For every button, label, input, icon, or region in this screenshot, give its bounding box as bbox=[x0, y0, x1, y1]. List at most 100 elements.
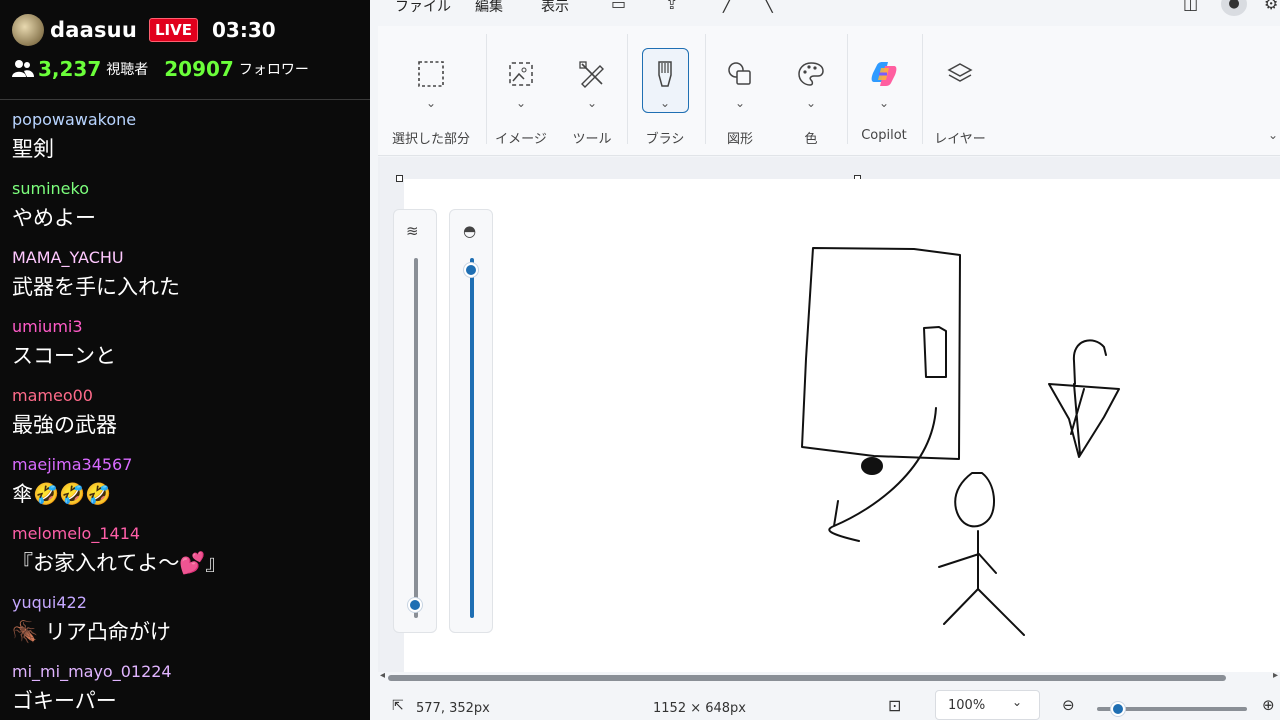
zoom-slider-thumb[interactable] bbox=[1111, 702, 1125, 716]
resize-handle[interactable] bbox=[396, 175, 403, 182]
zoom-select[interactable]: 100% ⌄ bbox=[935, 690, 1040, 720]
undo-icon[interactable]: ╱ bbox=[723, 0, 733, 13]
chat-text: 聖剣 bbox=[12, 137, 54, 161]
brush-sliders: ≋ ◓ bbox=[393, 209, 497, 635]
canvas-size: 1152 × 648px bbox=[653, 701, 746, 716]
ribbon: ⌄ 選択した部分 ⌄ イメージ ⌄ ツール ⌄ ブラシ ⌄ 図形 ⌄ 色 ⌄ C… bbox=[378, 26, 1280, 156]
stick-figure-body bbox=[938, 530, 1025, 636]
chat-text: 『お家入れてよ〜💕』 bbox=[12, 551, 227, 575]
status-bar: ⇱ 577, 352px 1152 × 648px ⊡ 100% ⌄ ⊖ ⊕ bbox=[378, 684, 1280, 720]
chat-username: melomelo_1414 bbox=[12, 524, 141, 543]
chat-text: 武器を手に入れた bbox=[12, 275, 180, 299]
chat-username: umiumi3 bbox=[12, 317, 83, 336]
settings-icon[interactable]: ⚙ bbox=[1264, 0, 1278, 13]
blot bbox=[861, 457, 883, 475]
avatar bbox=[12, 14, 44, 46]
chevron-down-icon: ⌄ bbox=[425, 96, 437, 110]
image-icon bbox=[509, 62, 533, 86]
chat-text: ゴキーパー bbox=[12, 689, 117, 713]
chat-text: 最強の武器 bbox=[12, 413, 117, 437]
chat-message: mameo00 最強の武器 bbox=[12, 384, 370, 453]
opacity-slider-track[interactable] bbox=[470, 258, 474, 618]
selection-group[interactable]: ⌄ 選択した部分 bbox=[386, 46, 476, 147]
chat-message: sumineko やめよー bbox=[12, 177, 370, 246]
chat-list: popowawakone 聖剣 sumineko やめよー MAMA_YACHU… bbox=[0, 100, 370, 720]
chat-username: maejima34567 bbox=[12, 455, 133, 474]
opacity-slider-thumb[interactable] bbox=[464, 263, 478, 278]
scroll-left-icon[interactable]: ◂ bbox=[380, 670, 385, 681]
stick-figure-head bbox=[954, 472, 995, 528]
chat-username: sumineko bbox=[12, 179, 89, 198]
paint-window: ファイル 編集 表示 ▭ ⇪ ╱ ╲ ◫ ● ⚙ ⌄ 選択した部分 ⌄ イメージ… bbox=[370, 0, 1280, 720]
scroll-right-icon[interactable]: ▸ bbox=[1273, 670, 1278, 681]
menu-file[interactable]: ファイル bbox=[395, 0, 451, 16]
opacity-slider-panel: ◓ bbox=[449, 209, 493, 633]
stream-header: daasuu LIVE 03:30 3,237 視聴者 20907 フォロワー bbox=[0, 0, 370, 100]
size-slider-panel: ≋ bbox=[393, 209, 437, 633]
zoom-value: 100% bbox=[948, 698, 986, 713]
size-slider-thumb[interactable] bbox=[408, 598, 422, 613]
copilot-icon bbox=[871, 62, 897, 86]
zoom-in-icon[interactable]: ⊕ bbox=[1262, 696, 1275, 714]
followers-count: 20907 bbox=[164, 57, 234, 81]
viewers-count: 3,237 bbox=[38, 57, 102, 81]
chat-text: 🪳 リア凸命がけ bbox=[12, 620, 171, 644]
chat-message: mi_mi_mayo_01224 ゴキーパー bbox=[12, 660, 370, 720]
chat-message: MAMA_YACHU 武器を手に入れた bbox=[12, 246, 370, 315]
followers-label: フォロワー bbox=[238, 62, 309, 78]
brush-icon bbox=[658, 61, 672, 87]
chat-message: yuqui422 🪳 リア凸命がけ bbox=[12, 591, 370, 660]
cursor-icon: ⇱ bbox=[392, 698, 404, 714]
chat-username: mameo00 bbox=[12, 386, 93, 405]
account-icon[interactable]: ● bbox=[1221, 0, 1247, 16]
chat-message: popowawakone 聖剣 bbox=[12, 108, 370, 177]
canvas-workspace: ≋ ◓ bbox=[378, 157, 1280, 672]
umbrella bbox=[1048, 339, 1120, 458]
chat-text: スコーンと bbox=[12, 344, 116, 368]
chat-username: popowawakone bbox=[12, 110, 137, 129]
save-icon[interactable]: ▭ bbox=[611, 0, 626, 13]
horizontal-scrollbar[interactable]: ◂ ▸ bbox=[378, 670, 1280, 684]
chat-username: MAMA_YACHU bbox=[12, 248, 124, 267]
selection-icon bbox=[418, 61, 444, 87]
chat-message: maejima34567 傘🤣🤣🤣 bbox=[12, 453, 370, 522]
chat-username: mi_mi_mayo_01224 bbox=[12, 662, 172, 681]
ribbon-expand-icon[interactable]: ⌄ bbox=[1268, 128, 1278, 142]
brush-size-icon: ≋ bbox=[406, 222, 419, 240]
chat-text: やめよー bbox=[12, 206, 96, 230]
drawing-canvas[interactable] bbox=[404, 179, 1280, 672]
chat-message: melomelo_1414 『お家入れてよ〜💕』 bbox=[12, 522, 370, 591]
chat-username: yuqui422 bbox=[12, 593, 87, 612]
palette-icon bbox=[798, 62, 824, 86]
menu-edit[interactable]: 編集 bbox=[475, 0, 503, 16]
chevron-down-icon: ⌄ bbox=[878, 96, 890, 110]
zoom-out-icon[interactable]: ⊖ bbox=[1062, 696, 1075, 714]
door-outline bbox=[801, 247, 961, 460]
door-handle bbox=[923, 326, 947, 378]
layers-label: レイヤー bbox=[934, 132, 986, 147]
selection-label: 選択した部分 bbox=[391, 132, 470, 147]
menu-view[interactable]: 表示 bbox=[541, 0, 569, 16]
viewers-label: 視聴者 bbox=[106, 62, 149, 78]
size-slider-track[interactable] bbox=[414, 258, 418, 618]
streamer-name: daasuu bbox=[50, 18, 137, 42]
shapes-icon bbox=[728, 62, 751, 85]
chevron-down-icon: ⌄ bbox=[1012, 695, 1023, 709]
hand-stroke bbox=[828, 407, 937, 542]
live-badge: LIVE bbox=[148, 18, 198, 42]
chat-message: umiumi3 スコーンと bbox=[12, 315, 370, 384]
share-icon[interactable]: ⇪ bbox=[665, 0, 678, 13]
fit-to-window-icon[interactable]: ⊡ bbox=[888, 696, 901, 715]
scroll-thumb[interactable] bbox=[388, 675, 1226, 681]
redo-icon[interactable]: ╲ bbox=[763, 0, 773, 13]
stream-overlay: daasuu LIVE 03:30 3,237 視聴者 20907 フォロワー … bbox=[0, 0, 370, 720]
chat-text: 傘🤣🤣🤣 bbox=[12, 482, 112, 506]
layers-icon bbox=[947, 63, 973, 82]
layers-group[interactable]: レイヤー bbox=[915, 46, 1005, 147]
opacity-icon: ◓ bbox=[463, 222, 477, 240]
feedback-icon[interactable]: ◫ bbox=[1183, 0, 1198, 13]
cursor-position: 577, 352px bbox=[416, 701, 490, 716]
tools-icon bbox=[579, 61, 604, 88]
drawing bbox=[801, 247, 1120, 636]
viewers-icon bbox=[12, 60, 34, 77]
